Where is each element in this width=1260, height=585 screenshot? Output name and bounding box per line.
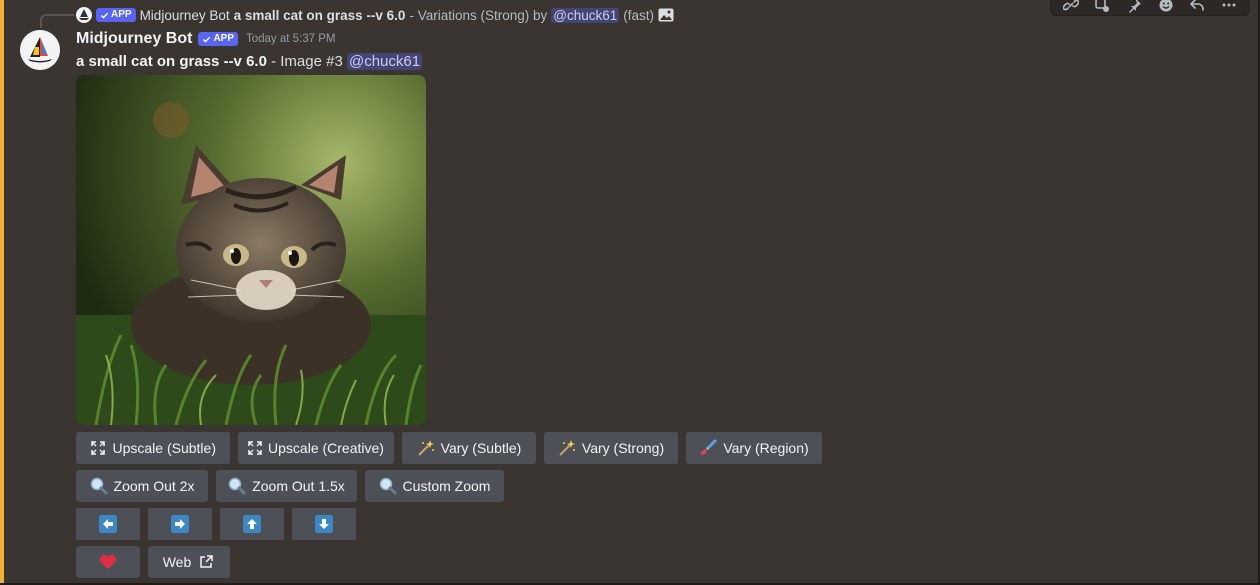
reply-prompt: a small cat on grass --v 6.0 <box>233 7 406 23</box>
button-row-upscale-vary: Upscale (Subtle) Upscale (Creative) Vary… <box>76 432 822 464</box>
arrow-left-icon <box>99 515 117 533</box>
magic-wand-icon <box>417 439 435 457</box>
message-actions-toolbar <box>1050 0 1250 16</box>
reply-spine <box>40 14 74 28</box>
reply-preview[interactable]: APP Midjourney Bot a small cat on grass … <box>76 6 674 24</box>
reply-speed: (fast) <box>623 7 655 23</box>
custom-zoom-button[interactable]: Custom Zoom <box>365 470 504 502</box>
mention-highlight-bar <box>0 0 4 583</box>
link-icon[interactable] <box>1062 0 1080 14</box>
pan-right-button[interactable] <box>148 508 212 540</box>
favorite-button[interactable] <box>76 546 140 578</box>
reply-mention[interactable]: @chuck61 <box>551 7 620 23</box>
app-icon[interactable] <box>1093 0 1111 14</box>
message-frame: APP Midjourney Bot a small cat on grass … <box>0 0 1260 585</box>
message-header: Midjourney Bot APP Today at 5:37 PM <box>76 30 336 48</box>
button-row-pan <box>76 508 356 540</box>
more-icon[interactable] <box>1220 0 1238 14</box>
arrow-down-icon <box>315 515 333 533</box>
expand-icon <box>90 439 107 457</box>
heart-icon <box>99 553 117 571</box>
pin-icon[interactable] <box>1125 0 1143 14</box>
zoom-out-1-5x-button[interactable]: Zoom Out 1.5x <box>216 470 357 502</box>
expand-icon <box>248 439 262 457</box>
magnifier-icon <box>379 477 397 495</box>
magnifier-icon <box>90 477 108 495</box>
pan-up-button[interactable] <box>220 508 284 540</box>
reply-bot-avatar[interactable] <box>76 7 92 23</box>
verified-check-icon <box>100 12 109 19</box>
vary-strong-button[interactable]: Vary (Strong) <box>544 432 678 464</box>
button-row-extra: Web <box>76 546 230 578</box>
timestamp[interactable]: Today at 5:37 PM <box>246 33 336 45</box>
pan-left-button[interactable] <box>76 508 140 540</box>
prompt-text: a small cat on grass --v 6.0 <box>76 53 267 70</box>
magnifier-icon <box>228 477 246 495</box>
image-label: - Image #3 <box>266 53 347 70</box>
upscale-subtle-button[interactable]: Upscale (Subtle) <box>76 432 230 464</box>
upscale-creative-button[interactable]: Upscale (Creative) <box>238 432 394 464</box>
magic-wand-icon <box>558 439 576 457</box>
reply-icon[interactable] <box>1188 0 1206 14</box>
username[interactable]: Midjourney Bot <box>76 30 192 48</box>
image-icon <box>658 8 674 22</box>
vary-subtle-button[interactable]: Vary (Subtle) <box>402 432 536 464</box>
paintbrush-icon <box>699 439 717 457</box>
pan-down-button[interactable] <box>292 508 356 540</box>
reply-bot-name[interactable]: Midjourney Bot <box>140 8 230 23</box>
arrow-up-icon <box>243 515 261 533</box>
arrow-right-icon <box>171 515 189 533</box>
app-badge: APP <box>198 32 238 46</box>
web-link-button[interactable]: Web <box>148 546 230 578</box>
button-row-zoom: Zoom Out 2x Zoom Out 1.5x Custom Zoom <box>76 470 504 502</box>
vary-region-button[interactable]: Vary (Region) <box>686 432 822 464</box>
zoom-out-2x-button[interactable]: Zoom Out 2x <box>76 470 208 502</box>
verified-check-icon <box>203 36 211 43</box>
message-content: a small cat on grass --v 6.0 - Image #3 … <box>76 52 423 72</box>
reply-app-badge: APP <box>96 8 136 22</box>
external-link-icon <box>197 553 215 571</box>
midjourney-avatar[interactable] <box>20 30 60 70</box>
reply-suffix: - Variations (Strong) by <box>409 7 548 23</box>
add-reaction-icon[interactable] <box>1157 0 1175 14</box>
user-mention[interactable]: @chuck61 <box>346 53 423 70</box>
generated-image[interactable] <box>76 75 426 425</box>
